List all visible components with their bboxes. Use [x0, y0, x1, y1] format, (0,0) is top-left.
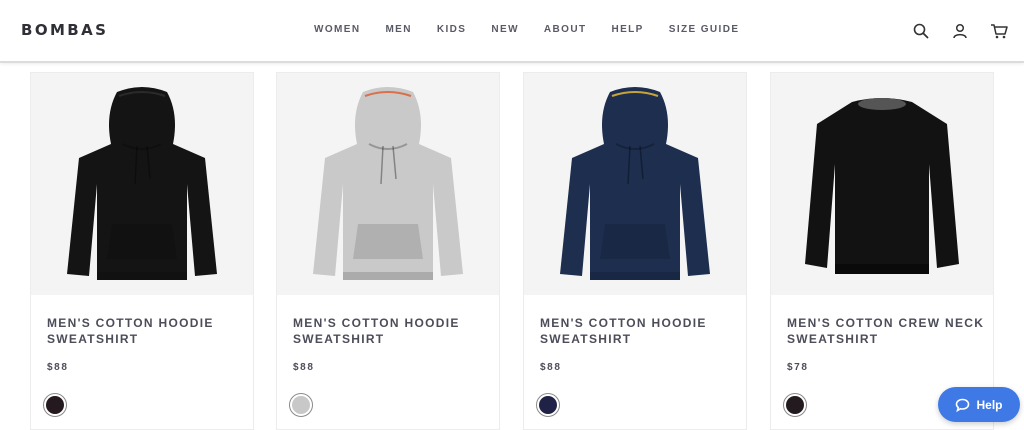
product-price: $88 — [540, 362, 562, 373]
product-title[interactable]: MEN'S COTTON HOODIE SWEATSHIRT — [540, 315, 740, 347]
help-chat-button[interactable]: Help — [938, 387, 1020, 422]
main-nav: WOMEN MEN KIDS NEW ABOUT HELP SIZE GUIDE — [314, 24, 764, 35]
product-image[interactable] — [277, 73, 499, 295]
color-swatch[interactable] — [43, 393, 67, 417]
product-price: $78 — [787, 362, 809, 373]
product-title[interactable]: MEN'S COTTON CREW NECK SWEATSHIRT — [787, 315, 987, 347]
nav-women[interactable]: WOMEN — [314, 24, 360, 35]
chat-bubble-icon — [956, 398, 970, 412]
search-icon[interactable] — [910, 20, 932, 42]
bombas-logo[interactable]: BOMBAS — [21, 21, 108, 39]
color-swatch[interactable] — [783, 393, 807, 417]
header-icons — [893, 20, 1010, 42]
product-card[interactable]: MEN'S COTTON CREW NECK SWEATSHIRT $78 — [770, 72, 994, 430]
product-title[interactable]: MEN'S COTTON HOODIE SWEATSHIRT — [47, 315, 247, 347]
product-price: $88 — [47, 362, 69, 373]
product-image[interactable] — [31, 73, 253, 295]
site-header: BOMBAS WOMEN MEN KIDS NEW ABOUT HELP SIZ… — [0, 0, 1024, 63]
nav-new[interactable]: NEW — [491, 24, 519, 35]
product-card[interactable]: MEN'S COTTON HOODIE SWEATSHIRT $88 — [523, 72, 747, 430]
color-swatch[interactable] — [289, 393, 313, 417]
color-swatch[interactable] — [536, 393, 560, 417]
product-card[interactable]: MEN'S COTTON HOODIE SWEATSHIRT $88 — [276, 72, 500, 430]
product-card[interactable]: MEN'S COTTON HOODIE SWEATSHIRT $88 — [30, 72, 254, 430]
nav-kids[interactable]: KIDS — [437, 24, 467, 35]
product-grid: MEN'S COTTON HOODIE SWEATSHIRT $88 MEN'S C… — [30, 72, 996, 430]
product-price: $88 — [293, 362, 315, 373]
cart-icon[interactable] — [988, 20, 1010, 42]
account-icon[interactable] — [949, 20, 971, 42]
nav-help[interactable]: HELP — [611, 24, 643, 35]
product-title[interactable]: MEN'S COTTON HOODIE SWEATSHIRT — [293, 315, 493, 347]
help-label: Help — [976, 397, 1003, 412]
nav-men[interactable]: MEN — [385, 24, 411, 35]
product-image[interactable] — [771, 73, 993, 295]
nav-size-guide[interactable]: SIZE GUIDE — [669, 24, 740, 35]
nav-about[interactable]: ABOUT — [544, 24, 587, 35]
product-image[interactable] — [524, 73, 746, 295]
